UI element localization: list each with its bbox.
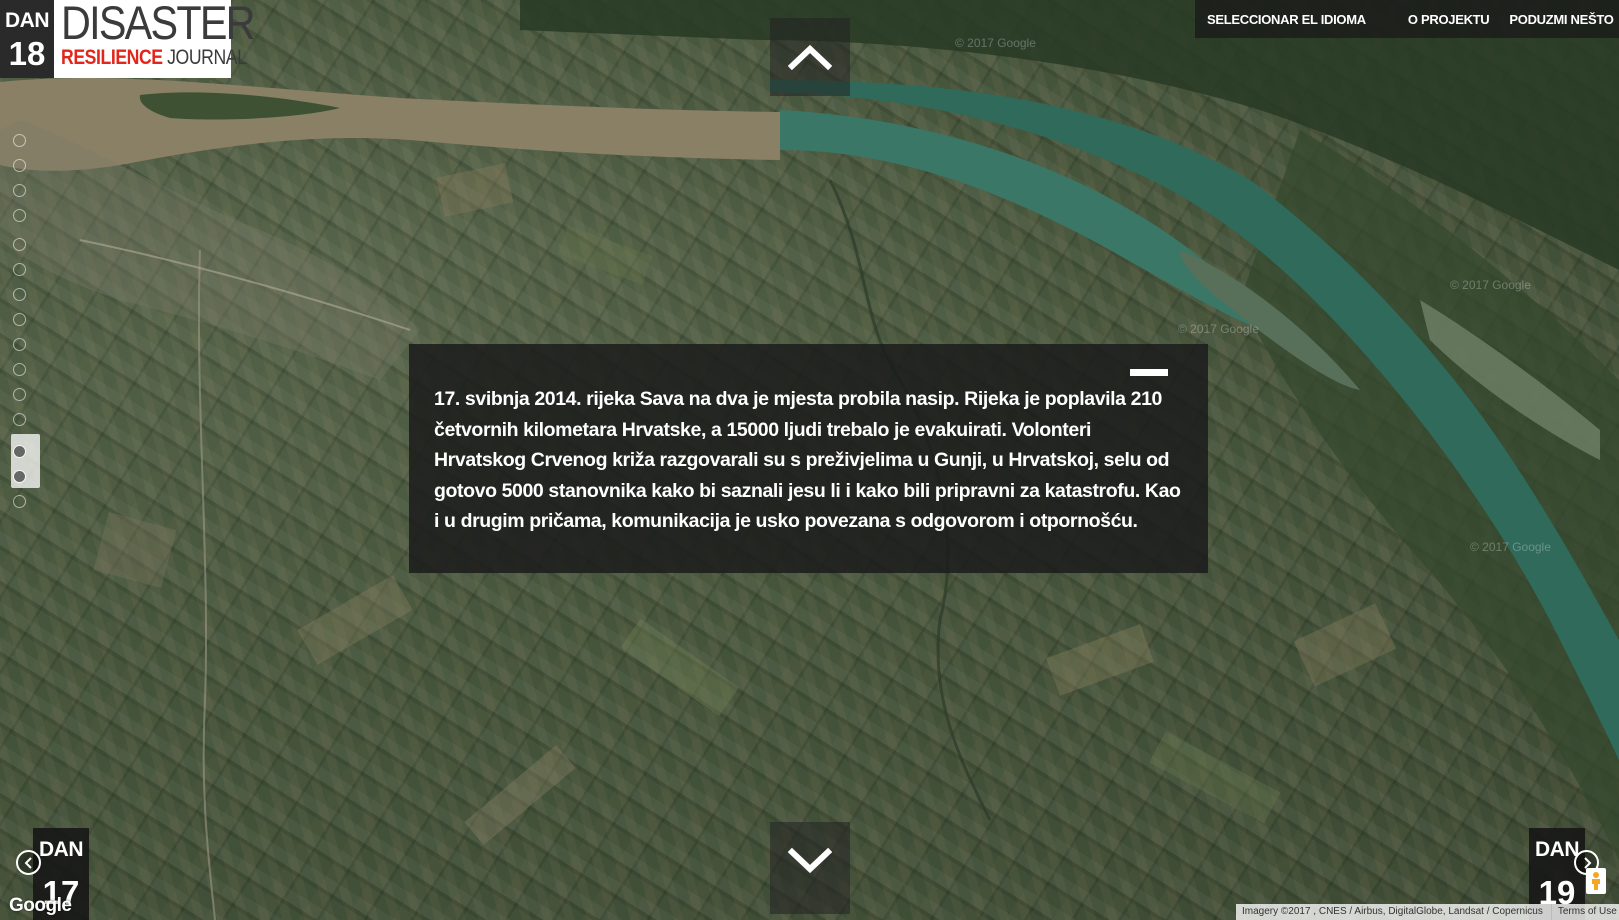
imagery-credit: Imagery ©2017 , CNES / Airbus, DigitalGl… <box>1242 906 1543 917</box>
chapter-dot[interactable] <box>13 184 26 197</box>
nav-take-action-link[interactable]: PODUZMI NEŠTO <box>1509 12 1614 27</box>
previous-day-label: DAN <box>39 838 84 861</box>
logo-subtitle: RESILIENCE JOURNAL <box>61 46 247 70</box>
chapter-dot[interactable] <box>13 413 26 426</box>
current-day-label: DAN <box>5 9 50 32</box>
logo-wordmark[interactable]: DISASTER RESILIENCE JOURNAL <box>54 0 256 78</box>
chapter-dot[interactable] <box>13 363 26 376</box>
chapter-dot[interactable] <box>13 159 26 172</box>
chapter-dot-active[interactable] <box>13 470 26 483</box>
current-day-number: 18 <box>8 35 46 72</box>
chevron-down-icon <box>788 848 832 874</box>
logo-subtitle-rest: JOURNAL <box>162 46 247 69</box>
chapter-dot[interactable] <box>13 238 26 251</box>
chapter-dot[interactable] <box>13 288 26 301</box>
scroll-up-button[interactable] <box>770 18 850 96</box>
scroll-down-button[interactable] <box>770 822 850 914</box>
map-attribution: Imagery ©2017 , CNES / Airbus, DigitalGl… <box>1236 904 1619 920</box>
story-text: 17. svibnja 2014. rijeka Sava na dva je … <box>434 388 1181 532</box>
site-logo[interactable]: DAN 18 DISASTER RESILIENCE JOURNAL <box>0 0 256 78</box>
chapter-dot[interactable] <box>13 313 26 326</box>
chapter-dot[interactable] <box>13 338 26 351</box>
chevron-up-icon <box>788 44 832 70</box>
current-day-badge: DAN 18 <box>0 0 54 78</box>
story-text-panel: 17. svibnja 2014. rijeka Sava na dva je … <box>409 344 1208 573</box>
logo-subtitle-red: RESILIENCE <box>61 46 163 69</box>
chapter-dot-active[interactable] <box>13 445 26 458</box>
terms-of-use-link[interactable]: Terms of Use <box>1550 904 1617 920</box>
chapter-dot[interactable] <box>13 495 26 508</box>
pegman-icon[interactable] <box>1586 868 1606 894</box>
top-navigation: SELECCIONAR EL IDIOMA O PROJEKTU PODUZMI… <box>1195 0 1619 38</box>
chapter-dot[interactable] <box>13 263 26 276</box>
chapter-dot[interactable] <box>13 134 26 147</box>
nav-about-link[interactable]: O PROJEKTU <box>1408 12 1490 27</box>
chevron-left-circle-icon[interactable] <box>16 850 41 875</box>
logo-title: DISASTER <box>61 0 256 49</box>
language-selector[interactable]: SELECCIONAR EL IDIOMA <box>1207 12 1366 27</box>
chapter-dot[interactable] <box>13 388 26 401</box>
chapter-dot[interactable] <box>13 209 26 222</box>
google-logo[interactable]: Google <box>9 895 72 917</box>
minimize-panel-button[interactable] <box>1130 369 1168 376</box>
